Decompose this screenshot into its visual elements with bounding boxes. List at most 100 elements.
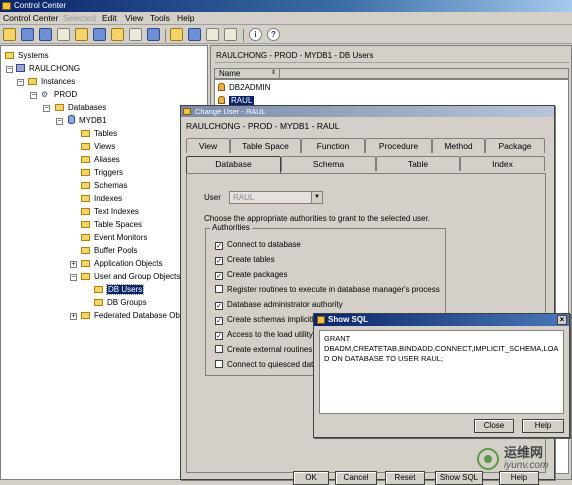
folder-open-icon <box>94 286 103 293</box>
folder-icon <box>81 156 90 163</box>
tree-node-tables[interactable]: Tables <box>81 128 117 140</box>
information-center-icon[interactable] <box>224 28 237 41</box>
info-icon[interactable]: i <box>249 28 262 41</box>
tree-node-indexes[interactable]: Indexes <box>81 193 122 205</box>
development-center-icon[interactable] <box>129 28 142 41</box>
close-button[interactable]: Close <box>474 419 514 433</box>
checkbox-box <box>215 360 223 368</box>
user-icon <box>218 83 225 91</box>
column-header-name[interactable]: Name ⇕ <box>214 68 280 79</box>
collapse-icon[interactable]: − <box>56 118 63 125</box>
help-button[interactable]: Help <box>522 419 564 433</box>
toolbar-separator <box>243 29 244 42</box>
ok-button[interactable]: OK <box>293 471 329 485</box>
script-center-icon[interactable] <box>75 28 88 41</box>
tree-node-event-monitors[interactable]: Event Monitors <box>81 232 147 244</box>
checkbox-create-tables[interactable]: ✓ Create tables <box>215 254 275 265</box>
dialog-icon <box>183 108 191 115</box>
tree-node-instances[interactable]: Instances <box>28 76 75 88</box>
tab-method[interactable]: Method <box>432 138 485 153</box>
tree-node-db-users[interactable]: DB Users <box>94 284 145 296</box>
tab-index[interactable]: Index <box>460 156 545 171</box>
collapse-icon[interactable]: − <box>17 79 24 86</box>
checkbox-box <box>215 285 223 293</box>
window-titlebar: Control Center <box>0 0 572 12</box>
contacts-icon[interactable] <box>206 28 219 41</box>
collapse-icon[interactable]: − <box>6 66 13 73</box>
checkbox-box: ✓ <box>215 317 223 325</box>
checkbox-external-routines[interactable]: Create external routines <box>215 344 312 355</box>
chevron-down-icon[interactable]: ▼ <box>311 192 322 203</box>
checkbox-load-utility[interactable]: ✓ Access to the load utility <box>215 329 313 340</box>
checkbox-create-packages[interactable]: ✓ Create packages <box>215 269 287 280</box>
expand-icon[interactable]: + <box>70 261 77 268</box>
tree-node-text-indexes[interactable]: Text Indexes <box>81 206 139 218</box>
collapse-icon[interactable]: − <box>30 92 37 99</box>
menu-control-center[interactable]: Control Center <box>3 13 58 24</box>
tree-node-raulchong[interactable]: RAULCHONG <box>16 63 80 75</box>
command-center-icon[interactable] <box>57 28 70 41</box>
expand-icon[interactable]: + <box>70 313 77 320</box>
checkbox-connect[interactable]: ✓ Connect to database <box>215 239 301 250</box>
menu-help[interactable]: Help <box>177 13 194 24</box>
journal-icon[interactable] <box>93 28 106 41</box>
tree-node-views[interactable]: Views <box>81 141 115 153</box>
menu-edit[interactable]: Edit <box>102 13 117 24</box>
tree-node-databases[interactable]: Databases <box>55 102 106 114</box>
tree-node-triggers[interactable]: Triggers <box>81 167 123 179</box>
tree-node-schemas[interactable]: Schemas <box>81 180 127 192</box>
checkbox-quiesced[interactable]: Connect to quiesced datal <box>215 359 320 370</box>
replication-icon[interactable] <box>39 28 52 41</box>
cancel-button[interactable]: Cancel <box>335 471 377 485</box>
checkbox-box: ✓ <box>215 302 223 310</box>
tab-database[interactable]: Database <box>186 156 281 173</box>
tree-node-db-groups[interactable]: DB Groups <box>94 297 147 309</box>
menu-tools[interactable]: Tools <box>150 13 170 24</box>
instances-icon[interactable] <box>21 28 34 41</box>
tree-node-systems[interactable]: Systems <box>5 50 49 62</box>
systems-icon[interactable] <box>3 28 16 41</box>
reset-button[interactable]: Reset <box>385 471 425 485</box>
help-icon[interactable]: ? <box>267 28 280 41</box>
tree-node-aliases[interactable]: Aliases <box>81 154 120 166</box>
window-title: Control Center <box>14 1 67 10</box>
license-icon[interactable] <box>111 28 124 41</box>
sort-icon: ⇕ <box>270 70 276 76</box>
tab-table-space[interactable]: Table Space <box>230 138 301 153</box>
tools-settings-icon[interactable] <box>188 28 201 41</box>
folder-icon <box>81 143 90 150</box>
checkbox-box: ✓ <box>215 272 223 280</box>
tree-node-prod[interactable]: ⚙ PROD <box>41 89 77 101</box>
checkbox-register-routines[interactable]: Register routines to execute in database… <box>215 284 440 295</box>
close-icon[interactable]: × <box>557 315 567 325</box>
tree-node-application-objects[interactable]: Application Objects <box>81 258 162 270</box>
health-center-icon[interactable] <box>147 28 160 41</box>
user-combo[interactable]: RAUL ▼ <box>229 191 323 204</box>
list-item[interactable]: DB2ADMIN <box>218 82 270 93</box>
user-label: User <box>204 193 221 202</box>
checkbox-box <box>215 345 223 353</box>
database-icon <box>68 115 75 124</box>
tree-node-buffer-pools[interactable]: Buffer Pools <box>81 245 137 257</box>
tab-function[interactable]: Function <box>301 138 365 153</box>
task-center-icon[interactable] <box>170 28 183 41</box>
tab-view[interactable]: View <box>186 138 230 153</box>
collapse-icon[interactable]: − <box>70 274 77 281</box>
tab-procedure[interactable]: Procedure <box>365 138 432 153</box>
tree-node-table-spaces[interactable]: Table Spaces <box>81 219 142 231</box>
folder-icon <box>28 78 37 85</box>
tree-node-federated-objects[interactable]: Federated Database Ob <box>81 310 180 322</box>
checkbox-dbadm[interactable]: ✓ Database administrator authority <box>215 299 343 310</box>
menu-view[interactable]: View <box>125 13 143 24</box>
collapse-icon[interactable]: − <box>43 105 50 112</box>
tree-node-mydb1[interactable]: MYDB1 <box>68 115 107 127</box>
tab-schema[interactable]: Schema <box>281 156 376 171</box>
tab-package[interactable]: Package <box>485 138 545 153</box>
folder-icon <box>81 273 90 280</box>
tree-node-user-group-objects[interactable]: User and Group Objects <box>81 271 180 283</box>
watermark-text-1: 运维网 <box>504 445 544 460</box>
checkbox-create-schemas[interactable]: ✓ Create schemas implicitly <box>215 314 318 325</box>
sql-text[interactable]: GRANT DBADM,CREATETAB,BINDADD,CONNECT,IM… <box>319 330 564 414</box>
menu-selected[interactable]: Selected <box>63 13 96 24</box>
tab-table[interactable]: Table <box>376 156 460 171</box>
